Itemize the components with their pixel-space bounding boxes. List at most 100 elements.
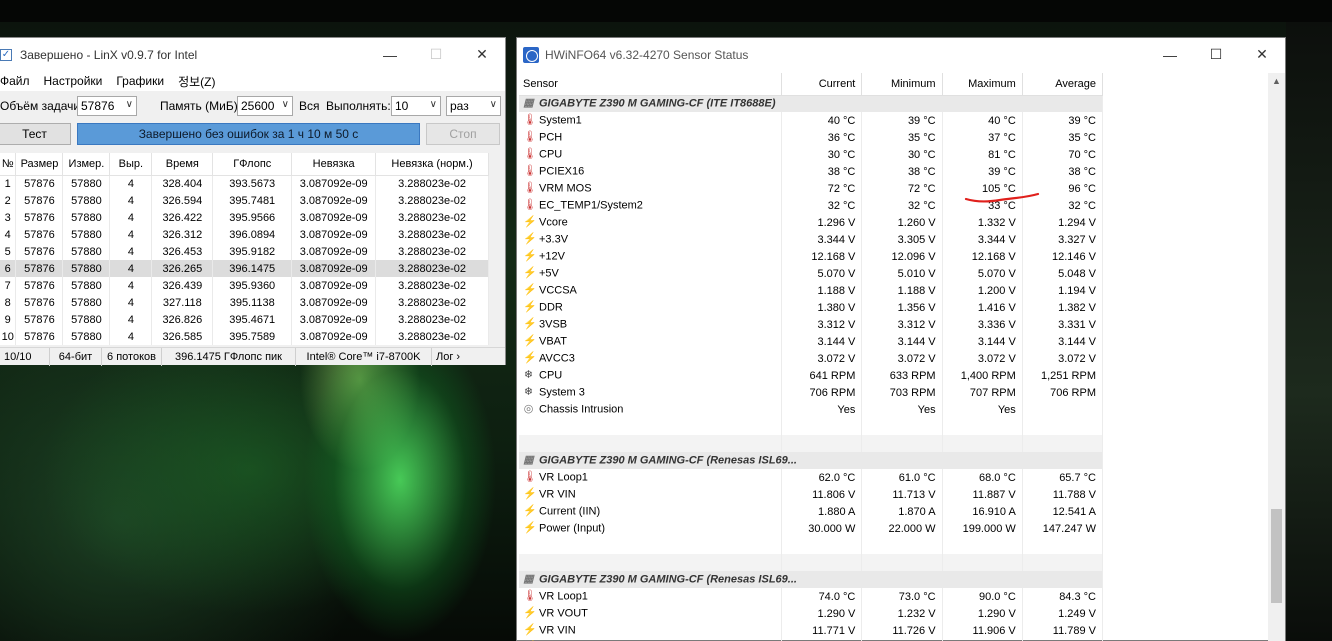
sensor-value-max: 37 °C (942, 129, 1023, 146)
table-row[interactable]: 5 57876 57880 4 326.453 395.9182 3.087092e-09 3… (0, 243, 489, 260)
test-button[interactable]: Тест (0, 123, 71, 145)
sensor-value-min: 3.072 V (861, 350, 943, 367)
table-row[interactable]: 9 57876 57880 4 326.826 395.4671 3.087092e-09 3… (0, 311, 489, 328)
sensor-row[interactable]: ❄ CPU 641 RPM 633 RPM 1,400 RPM 1,251 RPM (519, 367, 1104, 384)
sensor-row[interactable]: ⚡ +12V 12.168 V 12.096 V 12.168 V 12.146 V (519, 248, 1104, 265)
column-header[interactable]: Время (151, 153, 214, 176)
column-header-sensor[interactable]: Sensor (519, 73, 783, 96)
task-size-label: Объём задачи: (0, 99, 84, 113)
sensor-value-max: 3.344 V (942, 231, 1023, 248)
sensor-row[interactable]: ⚡ +3.3V 3.344 V 3.305 V 3.344 V 3.327 V (519, 231, 1104, 248)
sensor-row[interactable]: 🌡 VR Loop1 74.0 °C 73.0 °C 90.0 °C 84.3 °C (519, 588, 1104, 605)
table-row[interactable]: 10 57876 57880 4 326.585 395.7589 3.087092e-09… (0, 328, 489, 345)
table-cell: 396.0894 (212, 226, 293, 243)
sensor-scrollbar[interactable]: ▲ (1268, 73, 1285, 641)
sensor-value-cur: 11.771 V (781, 622, 863, 639)
column-header[interactable]: Размер (15, 153, 64, 176)
run-unit-combo[interactable]: раз ∨ (446, 96, 501, 116)
column-header[interactable]: Невязка (норм.) (375, 153, 489, 176)
column-header[interactable]: Выр. (109, 153, 153, 176)
sensor-row[interactable]: ◎ Chassis Intrusion Yes Yes Yes (519, 401, 1104, 418)
table-cell: 3.288023e-02 (375, 192, 489, 209)
sensor-row[interactable]: ⚡ +5V 5.070 V 5.010 V 5.070 V 5.048 V (519, 265, 1104, 282)
menu-settings[interactable]: Настройки (44, 74, 103, 88)
maximize-button[interactable]: ☐ (413, 38, 459, 71)
table-row[interactable]: 8 57876 57880 4 327.118 395.1138 3.087092e-09 3… (0, 294, 489, 311)
run-count-combo[interactable]: 10 ∨ (391, 96, 441, 116)
scroll-thumb[interactable] (1271, 509, 1282, 603)
sensor-row[interactable]: 🌡 CPU 30 °C 30 °C 81 °C 70 °C (519, 146, 1104, 163)
all-memory-label[interactable]: Вся (299, 99, 320, 113)
column-header[interactable]: ГФлопс (212, 153, 293, 176)
maximize-button[interactable]: ☐ (1193, 38, 1239, 71)
close-button[interactable]: ✕ (1239, 38, 1285, 71)
sensor-row[interactable]: ⚡ VR VIN 11.806 V 11.713 V 11.887 V 11.788 V (519, 486, 1104, 503)
sensor-row[interactable]: ⚡ Vcore 1.296 V 1.260 V 1.332 V 1.294 V (519, 214, 1104, 231)
column-header[interactable]: № (0, 153, 17, 176)
sensor-value-avg: 1.382 V (1022, 299, 1104, 316)
stop-button[interactable]: Стоп (426, 123, 500, 145)
table-row[interactable]: 6 57876 57880 4 326.265 396.1475 3.087092e-09 3… (0, 260, 489, 277)
table-cell: 57876 (15, 311, 64, 328)
table-row[interactable]: 3 57876 57880 4 326.422 395.9566 3.087092e-09 3… (0, 209, 489, 226)
sensor-row[interactable]: ⚡ Power (Input) 30.000 W 22.000 W 199.000 W1… (519, 520, 1104, 537)
sensor-value-min: 703 RPM (861, 384, 943, 401)
table-cell: 6 (0, 260, 17, 277)
sensor-row[interactable]: ⚡ VR VOUT 1.290 V 1.232 V 1.290 V 1.249 V (519, 605, 1104, 622)
table-row[interactable]: 4 57876 57880 4 326.312 396.0894 3.087092e-09 3… (0, 226, 489, 243)
sensor-name: EC_TEMP1/System2 (539, 199, 643, 212)
table-cell: 4 (109, 209, 153, 226)
table-cell: 3.087092e-09 (291, 175, 377, 192)
sensor-row[interactable]: ⚡ Current (IIN) 1.880 A 1.870 A 16.910 A 12.5… (519, 503, 1104, 520)
column-header-average[interactable]: Average (1022, 73, 1104, 96)
column-header[interactable]: Невязка (291, 153, 377, 176)
sensor-group-row[interactable]: ▦ GIGABYTE Z390 M GAMING-CF (ITE IT8688E) (519, 95, 1103, 112)
table-cell: 326.265 (151, 260, 214, 277)
sensor-row[interactable]: ⚡ VR VIN 11.771 V 11.726 V 11.906 V 11.789 V (519, 622, 1104, 639)
table-cell: 4 (109, 311, 153, 328)
thermometer-icon: 🌡 (523, 182, 537, 194)
results-scrollbar[interactable] (489, 153, 505, 346)
menu-info[interactable]: 정보(Z) (178, 73, 215, 90)
sensor-name: PCIEX16 (539, 165, 585, 178)
sensor-row[interactable]: ⚡ VCCSA 1.188 V 1.188 V 1.200 V 1.194 V (519, 282, 1104, 299)
sensor-value-max: 81 °C (942, 146, 1023, 163)
scroll-up-icon[interactable]: ▲ (1268, 73, 1285, 90)
run-count-label: Выполнять: (326, 99, 391, 113)
sensor-value-max: 5.070 V (942, 265, 1023, 282)
minimize-button[interactable]: — (1147, 38, 1193, 71)
sensor-row[interactable]: ⚡ AVCC3 3.072 V 3.072 V 3.072 V 3.072 V (519, 350, 1104, 367)
log-button[interactable]: Лог › (432, 348, 504, 366)
sensor-group-row[interactable]: ▦ GIGABYTE Z390 M GAMING-CF (Renesas ISL6… (519, 452, 1103, 469)
table-cell: 328.404 (151, 175, 214, 192)
task-size-combo[interactable]: 57876 ∨ (77, 96, 137, 116)
sensor-row[interactable]: ⚡ 3VSB 3.312 V 3.312 V 3.336 V 3.331 V (519, 316, 1104, 333)
sensor-name: Current (IIN) (539, 505, 601, 518)
menu-graphs[interactable]: Графики (116, 74, 164, 88)
sensor-row[interactable]: ⚡ VBAT 3.144 V 3.144 V 3.144 V 3.144 V (519, 333, 1104, 350)
column-header-current[interactable]: Current (781, 73, 863, 96)
linx-titlebar[interactable]: ✓ Завершено - LinX v0.9.7 for Intel — ☐ … (0, 38, 505, 71)
sensor-row[interactable]: 🌡 PCH 36 °C 35 °C 37 °C 35 °C (519, 129, 1104, 146)
sensor-row[interactable]: ⚡ DDR 1.380 V 1.356 V 1.416 V 1.382 V (519, 299, 1104, 316)
table-row[interactable]: 1 57876 57880 4 328.404 393.5673 3.087092e-09 3… (0, 175, 489, 192)
menu-file[interactable]: Файл (0, 74, 30, 88)
column-header-maximum[interactable]: Maximum (942, 73, 1023, 96)
minimize-button[interactable]: — (367, 38, 413, 71)
column-header-minimum[interactable]: Minimum (861, 73, 943, 96)
table-cell: 57876 (15, 328, 64, 345)
chip-icon: ▦ (523, 454, 534, 466)
sensor-value-max: 68.0 °C (942, 469, 1023, 486)
sensor-row[interactable]: 🌡 System1 40 °C 39 °C 40 °C 39 °C (519, 112, 1104, 129)
table-row[interactable]: 7 57876 57880 4 326.439 395.9360 3.087092e-09 3… (0, 277, 489, 294)
sensor-group-row[interactable]: ▦ GIGABYTE Z390 M GAMING-CF (Renesas ISL6… (519, 571, 1103, 588)
hwinfo-titlebar[interactable]: HWiNFO64 v6.32-4270 Sensor Status — ☐ ✕ (517, 38, 1285, 71)
thermometer-icon: 🌡 (523, 114, 537, 126)
table-row[interactable]: 2 57876 57880 4 326.594 395.7481 3.087092e-09 3… (0, 192, 489, 209)
column-header[interactable]: Измер. (62, 153, 111, 176)
close-button[interactable]: ✕ (459, 38, 505, 71)
memory-combo[interactable]: 25600 ∨ (237, 96, 293, 116)
sensor-row[interactable]: ❄ System 3 706 RPM 703 RPM 707 RPM 706 RPM (519, 384, 1104, 401)
sensor-row[interactable]: 🌡 VR Loop1 62.0 °C 61.0 °C 68.0 °C 65.7 °C (519, 469, 1104, 486)
sensor-row[interactable]: 🌡 PCIEX16 38 °C 38 °C 39 °C 38 °C (519, 163, 1104, 180)
